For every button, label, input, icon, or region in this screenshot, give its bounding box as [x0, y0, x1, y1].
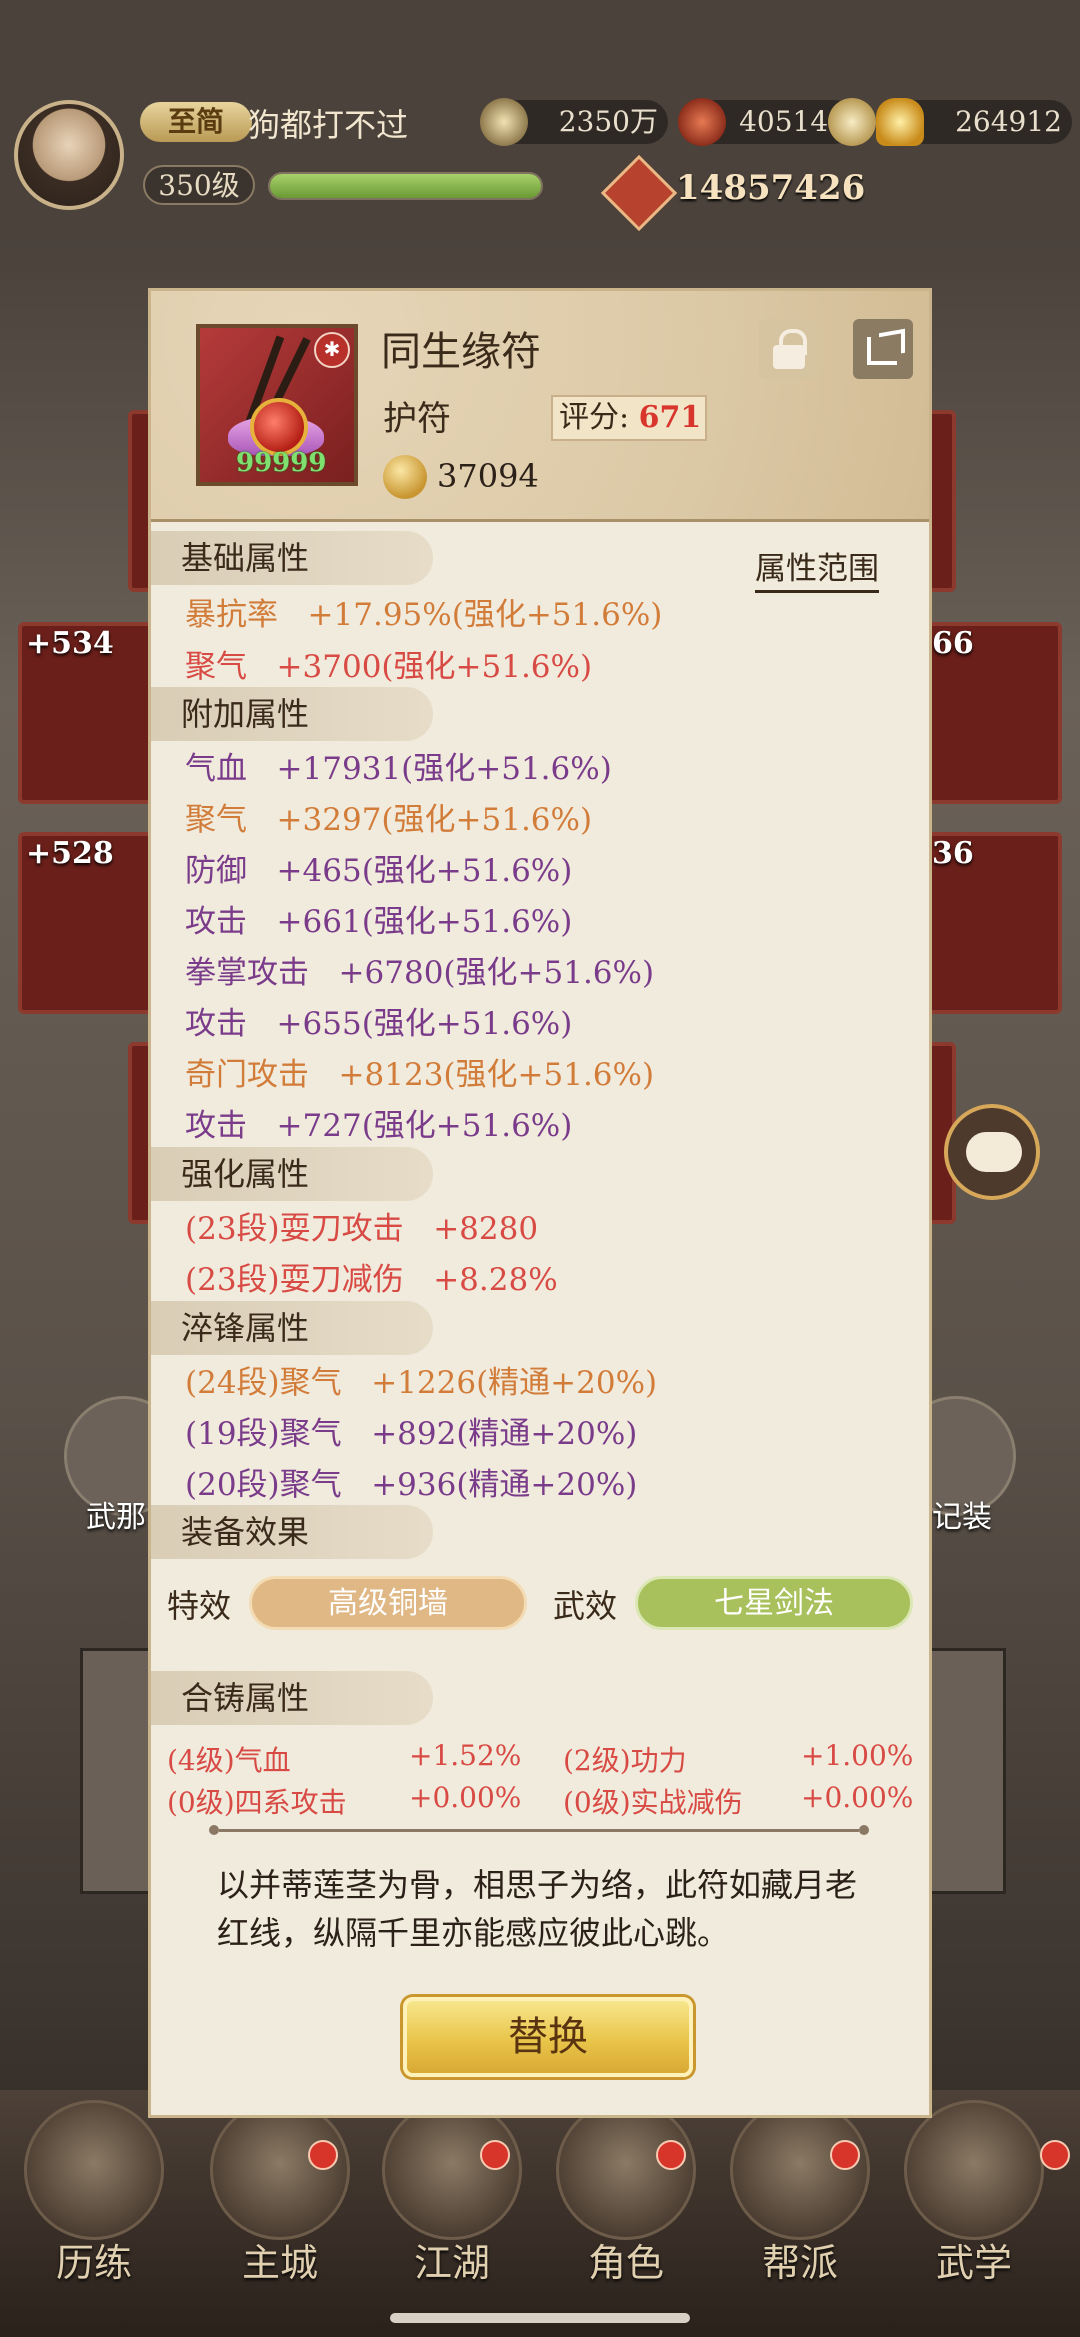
- exp-bar: [268, 172, 543, 200]
- score-value: 671: [638, 400, 702, 435]
- attr-row: (23段)耍刀攻击 +8280: [185, 1211, 539, 1247]
- city-gate-icon: [210, 2100, 350, 2240]
- guild-icon: [730, 2100, 870, 2240]
- martial-effect-label: 武效: [553, 1587, 618, 1625]
- home-indicator[interactable]: [390, 2313, 690, 2323]
- attr-row: (24段)聚气 +1226(精通+20%): [185, 1365, 658, 1401]
- attr-row: 奇门攻击 +8123(强化+51.6%): [185, 1057, 655, 1093]
- attribute-range-button[interactable]: 属性范围: [755, 543, 879, 593]
- attr-row: 气血 +17931(强化+51.6%): [185, 751, 612, 787]
- slot-level: 36: [932, 836, 974, 871]
- special-effect-pill[interactable]: 高级铜墙: [249, 1576, 527, 1630]
- slot-level: +534: [26, 626, 114, 661]
- section-effect: 装备效果: [151, 1505, 433, 1559]
- item-icon-frame: ✱ 99999: [196, 324, 358, 486]
- side-button-label-right: 记装: [932, 1500, 992, 1535]
- section-forge: 合铸属性: [151, 1671, 433, 1725]
- scroll-icon: [904, 2100, 1044, 2240]
- share-button[interactable]: [853, 319, 913, 379]
- replace-button[interactable]: 替换: [403, 1997, 693, 2077]
- martial-effect-pill[interactable]: 七星剑法: [635, 1576, 913, 1630]
- notification-dot: [308, 2140, 338, 2170]
- attr-row: 攻击 +661(强化+51.6%): [185, 904, 573, 940]
- nav-label: 角色: [587, 2241, 664, 2285]
- nav-martial-arts[interactable]: 武学: [904, 2100, 1044, 2287]
- notification-dot: [480, 2140, 510, 2170]
- player-level: 350级: [143, 165, 255, 205]
- attr-row: 攻击 +727(强化+51.6%): [185, 1108, 573, 1144]
- training-icon: [24, 2100, 164, 2240]
- share-arrow: [879, 328, 905, 358]
- sword-icon: [382, 2100, 522, 2240]
- forge-attr-value: +0.00%: [801, 1781, 914, 1814]
- attr-row: 暴抗率 +17.95%(强化+51.6%): [185, 597, 663, 633]
- add-icon[interactable]: [828, 98, 876, 146]
- section-extra: 附加属性: [151, 687, 433, 741]
- vip-badge: 至简: [140, 102, 252, 142]
- side-button-label-left: 武那: [86, 1500, 146, 1535]
- attr-row: (19段)聚气 +892(精通+20%): [185, 1416, 638, 1452]
- nav-label: 历练: [55, 2241, 132, 2285]
- silver-coin-icon: [480, 98, 528, 146]
- attr-row: 聚气 +3700(强化+51.6%): [185, 649, 593, 685]
- section-temper: 淬锋属性: [151, 1301, 433, 1355]
- notification-dot: [656, 2140, 686, 2170]
- attr-row: 攻击 +655(强化+51.6%): [185, 1006, 573, 1042]
- nav-guild[interactable]: 帮派: [730, 2100, 870, 2287]
- lock-button[interactable]: [759, 319, 819, 379]
- notification-dot: [830, 2140, 860, 2170]
- item-description: 以并蒂莲茎为骨，相思子为络，此符如藏月老红线，纵隔千里亦能感应彼此心跳。: [217, 1866, 858, 1952]
- nav-label: 江湖: [413, 2241, 490, 2285]
- slot-level: +528: [26, 836, 114, 871]
- chat-button[interactable]: [944, 1104, 1040, 1200]
- player-avatar[interactable]: [14, 100, 124, 210]
- section-base: 基础属性: [151, 531, 433, 585]
- slot-level: 66: [932, 626, 974, 661]
- section-enhance: 强化属性: [151, 1147, 433, 1201]
- item-coin-value: 37094: [437, 457, 539, 495]
- notification-dot: [1040, 2140, 1070, 2170]
- item-type: 护符: [383, 399, 451, 439]
- forge-attr-value: +1.00%: [801, 1739, 914, 1772]
- item-header: ✱ 99999 同生缘符 护符 评分: 671 37094: [151, 291, 929, 522]
- forge-attr-name: (4级)气血: [167, 1744, 291, 1777]
- special-effect-label: 特效: [167, 1587, 232, 1625]
- player-name: 狗都打不过: [248, 106, 409, 144]
- exp-fill: [270, 174, 541, 198]
- nav-label: 主城: [241, 2241, 318, 2285]
- attr-row: (20段)聚气 +936(精通+20%): [185, 1467, 638, 1503]
- nav-label: 武学: [935, 2241, 1012, 2285]
- attr-row: 聚气 +3297(强化+51.6%): [185, 802, 593, 838]
- item-star-level: 99999: [236, 448, 327, 478]
- attr-row: (23段)耍刀减伤 +8.28%: [185, 1262, 558, 1298]
- coin-icon: [383, 455, 427, 499]
- attr-row: 拳掌攻击 +6780(强化+51.6%): [185, 955, 655, 991]
- character-icon: [556, 2100, 696, 2240]
- forge-attr-name: (0级)实战减伤: [563, 1786, 743, 1819]
- nav-character[interactable]: 角色: [556, 2100, 696, 2287]
- forge-attr-name: (2级)功力: [563, 1744, 687, 1777]
- item-score: 评分: 671: [551, 395, 707, 441]
- score-label: 评分:: [559, 400, 630, 435]
- forge-attr-value: +1.52%: [409, 1739, 522, 1772]
- item-badge-icon: ✱: [314, 332, 350, 368]
- item-name: 同生缘符: [381, 329, 541, 375]
- nav-main-city[interactable]: 主城: [210, 2100, 350, 2287]
- combat-power: 14857426: [676, 168, 866, 208]
- forge-attr-name: (0级)四系攻击: [167, 1786, 347, 1819]
- forge-attr-value: +0.00%: [409, 1781, 522, 1814]
- nav-label: 帮派: [761, 2241, 838, 2285]
- gold-ingot-icon: [876, 98, 924, 146]
- token-icon: [678, 98, 726, 146]
- item-detail-panel: ✱ 99999 同生缘符 护符 评分: 671 37094 基础属性 属性范围 …: [148, 288, 932, 2118]
- nav-training[interactable]: 历练: [24, 2100, 164, 2287]
- divider: [209, 1825, 869, 1835]
- chat-bubble-icon: [966, 1132, 1022, 1172]
- attr-row: 防御 +465(强化+51.6%): [185, 853, 573, 889]
- nav-jianghu[interactable]: 江湖: [382, 2100, 522, 2287]
